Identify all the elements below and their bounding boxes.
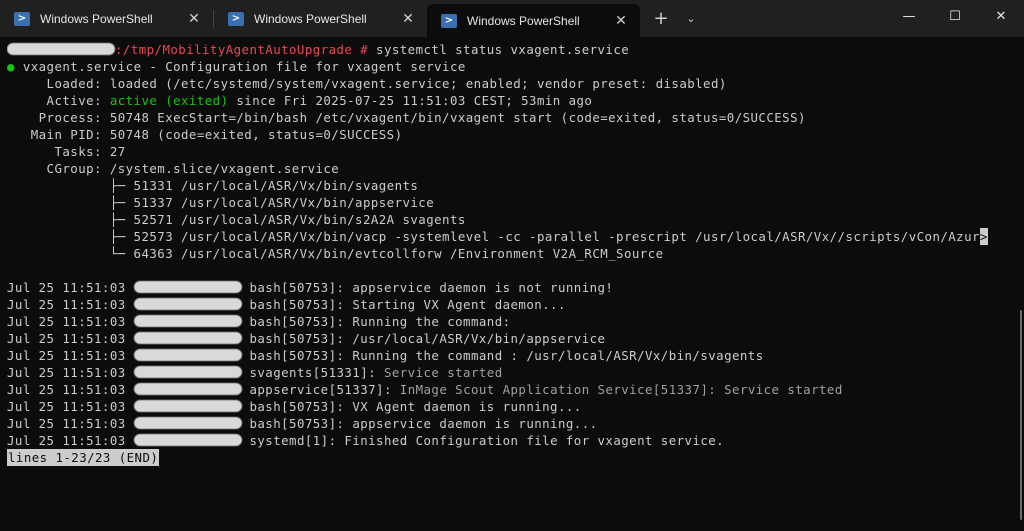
log-line: Jul 25 11:51:03 bash[50753]: Starting VX… <box>7 297 566 312</box>
tab-label: Windows PowerShell <box>254 11 367 26</box>
redacted-hostname <box>133 349 242 361</box>
tab-powershell-3-active[interactable]: > Windows PowerShell ✕ <box>427 4 640 37</box>
log-line: Jul 25 11:51:03 bash[50753]: appservice … <box>7 416 598 431</box>
redacted-hostname <box>133 315 242 327</box>
redacted-hostname <box>133 281 242 293</box>
chevron-down-icon[interactable]: ⌄ <box>676 0 706 37</box>
redacted-hostname <box>7 43 115 55</box>
new-tab-button[interactable]: + <box>646 0 676 37</box>
vertical-scrollbar[interactable] <box>1020 310 1022 520</box>
powershell-icon: > <box>14 11 30 26</box>
truncation-marker: > <box>979 228 988 245</box>
status-dot-icon: ● <box>7 59 15 74</box>
main-pid-line: Main PID: 50748 (code=exited, status=0/S… <box>7 127 403 142</box>
redacted-hostname <box>133 417 242 429</box>
tab-close-icon[interactable]: ✕ <box>397 8 419 30</box>
log-line: Jul 25 11:51:03 svagents[51331]: Service… <box>7 365 503 380</box>
redacted-hostname <box>133 298 242 310</box>
tab-label: Windows PowerShell <box>40 11 153 26</box>
cgroup-line: CGroup: /system.slice/vxagent.service <box>7 161 340 176</box>
log-line: Jul 25 11:51:03 bash[50753]: VX Agent da… <box>7 399 582 414</box>
minimize-button[interactable]: — <box>886 0 932 33</box>
log-line: Jul 25 11:51:03 bash[50753]: Running the… <box>7 348 764 363</box>
redacted-hostname <box>133 383 242 395</box>
redacted-hostname <box>133 434 242 446</box>
powershell-icon: > <box>228 11 244 26</box>
terminal-output[interactable]: :/tmp/MobilityAgentAutoUpgrade # systemc… <box>0 37 1015 531</box>
tab-powershell-2[interactable]: > Windows PowerShell ✕ <box>214 0 427 37</box>
log-line: Jul 25 11:51:03 appservice[51337]: InMag… <box>7 382 843 397</box>
cgroup-tree-item: ├─ 51331 /usr/local/ASR/Vx/bin/svagents <box>7 178 419 193</box>
log-line: Jul 25 11:51:03 bash[50753]: Running the… <box>7 314 511 329</box>
close-window-button[interactable]: ✕ <box>978 0 1024 33</box>
tab-powershell-1[interactable]: > Windows PowerShell ✕ <box>0 0 213 37</box>
tasks-line: Tasks: 27 <box>7 144 126 159</box>
tab-close-icon[interactable]: ✕ <box>610 10 632 32</box>
powershell-icon: > <box>441 13 457 28</box>
cgroup-tree-item: ├─ 51337 /usr/local/ASR/Vx/bin/appservic… <box>7 195 435 210</box>
title-bar: > Windows PowerShell ✕ > Windows PowerSh… <box>0 0 1024 37</box>
window-controls: — ☐ ✕ <box>886 0 1024 33</box>
cgroup-tree-item: └─ 64363 /usr/local/ASR/Vx/bin/evtcollfo… <box>7 246 664 261</box>
redacted-hostname <box>133 332 242 344</box>
active-line: Active: active (exited) since Fri 2025-0… <box>7 93 593 108</box>
log-line: Jul 25 11:51:03 bash[50753]: appservice … <box>7 280 614 295</box>
tab-label: Windows PowerShell <box>467 13 580 28</box>
log-line: Jul 25 11:51:03 bash[50753]: /usr/local/… <box>7 331 606 346</box>
pager-status-line: lines 1-23/23 (END) <box>7 449 1015 466</box>
log-line: Jul 25 11:51:03 systemd[1]: Finished Con… <box>7 433 725 448</box>
redacted-hostname <box>133 400 242 412</box>
pager-status: lines 1-23/23 (END) <box>7 449 160 466</box>
maximize-button[interactable]: ☐ <box>932 0 978 33</box>
command-text: systemctl status vxagent.service <box>368 42 630 57</box>
active-state: active (exited) <box>109 93 229 108</box>
cgroup-tree-item: ├─ 52571 /usr/local/ASR/Vx/bin/s2A2A sva… <box>7 212 466 227</box>
service-title-line: ● vxagent.service - Configuration file f… <box>7 59 466 74</box>
redacted-hostname <box>133 366 242 378</box>
cgroup-tree-item: ├─ 52573 /usr/local/ASR/Vx/bin/vacp -sys… <box>7 228 988 245</box>
process-line: Process: 50748 ExecStart=/bin/bash /etc/… <box>7 110 806 125</box>
tab-close-icon[interactable]: ✕ <box>183 8 205 30</box>
loaded-line: Loaded: loaded (/etc/systemd/system/vxag… <box>7 76 727 91</box>
prompt-line: :/tmp/MobilityAgentAutoUpgrade # systemc… <box>7 41 1015 58</box>
prompt-path: :/tmp/MobilityAgentAutoUpgrade # <box>115 42 369 57</box>
